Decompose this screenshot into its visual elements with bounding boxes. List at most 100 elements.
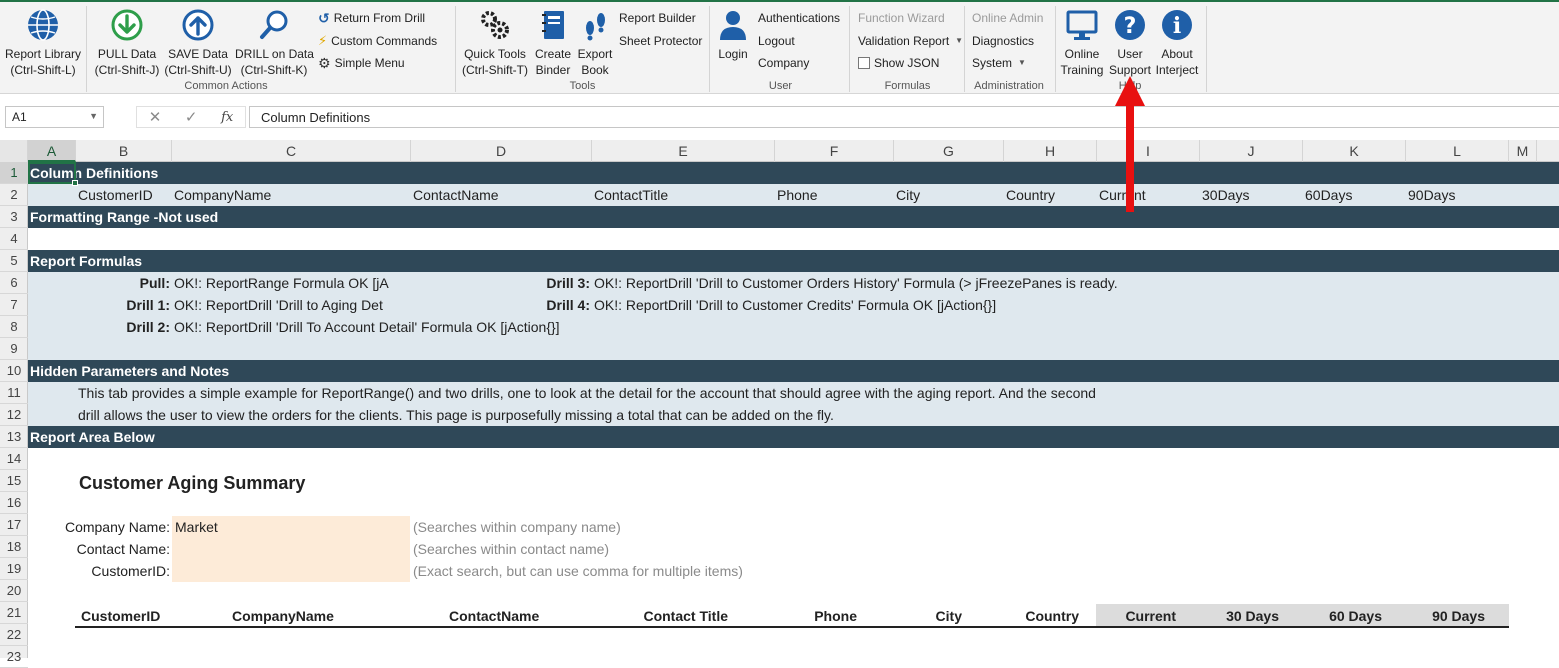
cell-c2[interactable]: CompanyName — [174, 184, 271, 206]
row-header-23[interactable]: 23 — [0, 646, 28, 668]
column-header-g[interactable]: G — [894, 140, 1004, 162]
simple-menu-button[interactable]: ⚙ Simple Menu — [318, 55, 405, 71]
company-name-value[interactable]: Market — [175, 516, 218, 538]
create-binder-button[interactable]: Create Binder — [533, 8, 573, 78]
notes-line-1[interactable]: This tab provides a simple example for R… — [78, 382, 1096, 404]
cell-j2[interactable]: 30Days — [1202, 184, 1249, 206]
drill-4-label[interactable]: Drill 4: — [411, 294, 590, 316]
table-header-90-days[interactable]: 90 Days — [1406, 605, 1485, 627]
drill-2-value[interactable]: OK!: ReportDrill 'Drill To Account Detai… — [174, 316, 560, 338]
company-button[interactable]: Company — [758, 55, 809, 71]
about-interject-button[interactable]: i About Interject — [1154, 8, 1200, 78]
report-title[interactable]: Customer Aging Summary — [79, 470, 305, 496]
cell-e2[interactable]: ContactTitle — [594, 184, 668, 206]
drill-1-value[interactable]: OK!: ReportDrill 'Drill to Aging Det — [174, 294, 410, 316]
select-all-corner[interactable] — [0, 140, 28, 162]
cell-h2[interactable]: Country — [1006, 184, 1055, 206]
report-builder-button[interactable]: Report Builder — [619, 10, 696, 26]
table-header-contactname[interactable]: ContactName — [449, 605, 539, 627]
column-header-l[interactable]: L — [1406, 140, 1509, 162]
online-admin-button[interactable]: Online Admin — [972, 10, 1043, 26]
cancel-icon[interactable]: ✕ — [149, 108, 162, 126]
table-header-contact-title[interactable]: Contact Title — [592, 605, 728, 627]
row-header-21[interactable]: 21 — [0, 602, 28, 624]
export-book-button[interactable]: Export Book — [575, 8, 615, 78]
drill-4-value[interactable]: OK!: ReportDrill 'Drill to Customer Cred… — [594, 294, 996, 316]
row-header-7[interactable]: 7 — [0, 294, 28, 316]
row-header-15[interactable]: 15 — [0, 470, 28, 492]
column-header-f[interactable]: F — [775, 140, 894, 162]
row-3-band[interactable]: Formatting Range -Not used — [28, 206, 1559, 228]
function-wizard-button[interactable]: Function Wizard — [858, 10, 945, 26]
contact-name-input[interactable] — [172, 538, 410, 560]
table-header-companyname[interactable]: CompanyName — [232, 605, 334, 627]
row-header-1[interactable]: 1 — [0, 162, 28, 184]
custom-commands-button[interactable]: ⚡ Custom Commands — [318, 33, 437, 49]
user-support-button[interactable]: ? User Support — [1107, 8, 1153, 78]
table-header-city[interactable]: City — [894, 605, 962, 627]
row-header-11[interactable]: 11 — [0, 382, 28, 404]
row-header-22[interactable]: 22 — [0, 624, 28, 646]
row-header-19[interactable]: 19 — [0, 558, 28, 580]
pull-data-button[interactable]: PULL Data (Ctrl-Shift-J) — [91, 8, 163, 78]
column-header-a[interactable]: A — [28, 140, 76, 162]
authentications-button[interactable]: Authentications — [758, 10, 840, 26]
drill-1-label[interactable]: Drill 1: — [76, 294, 170, 316]
drill-3-label[interactable]: Drill 3: — [411, 272, 590, 294]
row-1-band[interactable]: Column Definitions — [28, 162, 1559, 184]
table-header-customerid[interactable]: CustomerID — [81, 605, 160, 627]
save-data-button[interactable]: SAVE Data (Ctrl-Shift-U) — [162, 8, 234, 78]
diagnostics-button[interactable]: Diagnostics — [972, 33, 1034, 49]
column-header-j[interactable]: J — [1200, 140, 1303, 162]
row-10-band[interactable]: Hidden Parameters and Notes — [28, 360, 1559, 382]
row-header-5[interactable]: 5 — [0, 250, 28, 272]
row-header-17[interactable]: 17 — [0, 514, 28, 536]
column-header-b[interactable]: B — [76, 140, 172, 162]
row-header-13[interactable]: 13 — [0, 426, 28, 448]
column-header-m[interactable]: M — [1509, 140, 1537, 162]
row-header-20[interactable]: 20 — [0, 580, 28, 602]
column-header-c[interactable]: C — [172, 140, 411, 162]
drill-2-label[interactable]: Drill 2: — [76, 316, 170, 338]
table-header-phone[interactable]: Phone — [775, 605, 857, 627]
table-header-current[interactable]: Current — [1097, 605, 1176, 627]
table-header-30-days[interactable]: 30 Days — [1200, 605, 1279, 627]
row-header-2[interactable]: 2 — [0, 184, 28, 206]
pull-label[interactable]: Pull: — [76, 272, 170, 294]
logout-button[interactable]: Logout — [758, 33, 795, 49]
cell-k2[interactable]: 60Days — [1305, 184, 1352, 206]
login-button[interactable]: Login — [713, 8, 753, 62]
column-header-h[interactable]: H — [1004, 140, 1097, 162]
column-header-k[interactable]: K — [1303, 140, 1406, 162]
row-header-16[interactable]: 16 — [0, 492, 28, 514]
enter-icon[interactable]: ✓ — [185, 108, 198, 126]
validation-report-dropdown[interactable]: Validation Report ▼ — [858, 33, 963, 49]
row-header-12[interactable]: 12 — [0, 404, 28, 426]
formula-input[interactable]: Column Definitions — [249, 106, 1559, 128]
row-header-6[interactable]: 6 — [0, 272, 28, 294]
table-header-country[interactable]: Country — [1004, 605, 1079, 627]
notes-line-2[interactable]: drill allows the user to view the orders… — [78, 404, 834, 426]
row-header-14[interactable]: 14 — [0, 448, 28, 470]
row-13-band[interactable]: Report Area Below — [28, 426, 1559, 448]
cell-l2[interactable]: 90Days — [1408, 184, 1455, 206]
sheet-protector-button[interactable]: Sheet Protector — [619, 33, 702, 49]
row-header-18[interactable]: 18 — [0, 536, 28, 558]
row-header-10[interactable]: 10 — [0, 360, 28, 382]
cell-b2[interactable]: CustomerID — [78, 184, 153, 206]
system-dropdown[interactable]: System ▼ — [972, 55, 1026, 71]
report-library-button[interactable]: Report Library (Ctrl-Shift-L) — [3, 8, 83, 78]
quick-tools-button[interactable]: Quick Tools (Ctrl-Shift-T) — [460, 8, 530, 78]
insert-function-icon[interactable]: fx — [221, 110, 233, 125]
online-training-button[interactable]: Online Training — [1059, 8, 1105, 78]
drill-3-value[interactable]: OK!: ReportDrill 'Drill to Customer Orde… — [594, 272, 1118, 294]
row-5-band[interactable]: Report Formulas — [28, 250, 1559, 272]
table-header-60-days[interactable]: 60 Days — [1303, 605, 1382, 627]
row-header-8[interactable]: 8 — [0, 316, 28, 338]
customer-id-input[interactable] — [172, 560, 410, 582]
row-header-9[interactable]: 9 — [0, 338, 28, 360]
drill-on-data-button[interactable]: DRILL on Data (Ctrl-Shift-K) — [235, 8, 314, 78]
name-box[interactable]: A1 ▼ — [5, 106, 104, 128]
row-header-3[interactable]: 3 — [0, 206, 28, 228]
cell-g2[interactable]: City — [896, 184, 920, 206]
